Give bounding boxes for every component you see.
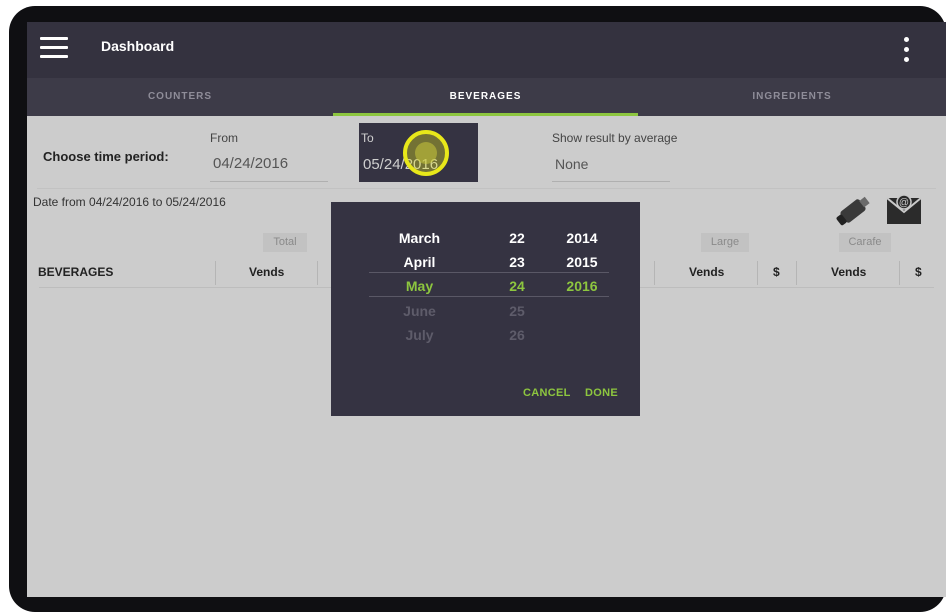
column-divider	[899, 261, 900, 285]
column-large-vends: Vends	[689, 265, 725, 279]
from-field-underline	[210, 181, 328, 182]
app-bar: Dashboard	[27, 22, 946, 78]
column-divider	[757, 261, 758, 285]
picker-selection-line	[369, 272, 609, 273]
group-carafe-label: Carafe	[839, 233, 891, 252]
app-screen: Dashboard COUNTERS BEVERAGES INGREDIENTS…	[27, 22, 946, 597]
group-total-label: Total	[263, 233, 307, 252]
picker-selection-line	[369, 296, 609, 297]
from-date-field[interactable]: 04/24/2016	[213, 155, 288, 172]
email-envelope-icon[interactable]: @	[885, 192, 923, 228]
from-label: From	[210, 131, 238, 145]
cancel-button[interactable]: CANCEL	[523, 387, 571, 399]
to-label: To	[361, 131, 374, 145]
overflow-menu-icon[interactable]	[900, 37, 914, 63]
column-divider	[215, 261, 216, 285]
month-option[interactable]: March	[382, 230, 457, 246]
year-option[interactable]: 2015	[557, 254, 607, 270]
year-option[interactable]: 2014	[557, 230, 607, 246]
average-field-underline	[552, 181, 670, 182]
tab-bar: COUNTERS BEVERAGES INGREDIENTS	[27, 78, 946, 116]
active-tab-indicator	[333, 113, 638, 116]
tap-indicator-core	[415, 142, 437, 164]
column-total-vends: Vends	[249, 265, 285, 279]
year-selected[interactable]: 2016	[557, 278, 607, 294]
tab-beverages[interactable]: BEVERAGES	[333, 78, 638, 116]
day-option[interactable]: 25	[499, 303, 535, 319]
column-large-dollar: $	[773, 265, 780, 279]
average-select[interactable]: None	[555, 156, 588, 172]
month-option[interactable]: April	[382, 254, 457, 270]
column-carafe-vends: Vends	[831, 265, 867, 279]
column-divider	[317, 261, 318, 285]
choose-period-label: Choose time period:	[43, 149, 169, 164]
svg-text:@: @	[899, 198, 909, 209]
tab-counters[interactable]: COUNTERS	[27, 78, 333, 116]
usb-drive-icon[interactable]	[833, 194, 873, 228]
month-option[interactable]: July	[382, 327, 457, 343]
day-option[interactable]: 22	[499, 230, 535, 246]
average-label: Show result by average	[552, 131, 678, 145]
day-option[interactable]: 26	[499, 327, 535, 343]
column-divider	[796, 261, 797, 285]
tab-ingredients[interactable]: INGREDIENTS	[638, 78, 946, 116]
page-title: Dashboard	[101, 38, 175, 54]
hamburger-menu-icon[interactable]	[40, 37, 68, 59]
month-option[interactable]: June	[382, 303, 457, 319]
date-range-text: Date from 04/24/2016 to 05/24/2016	[33, 195, 226, 209]
day-selected[interactable]: 24	[499, 278, 535, 294]
column-beverages: BEVERAGES	[38, 265, 114, 279]
column-divider	[654, 261, 655, 285]
filter-divider	[37, 188, 936, 189]
month-selected[interactable]: May	[382, 278, 457, 294]
done-button[interactable]: DONE	[585, 387, 618, 399]
day-option[interactable]: 23	[499, 254, 535, 270]
group-large-label: Large	[701, 233, 749, 252]
column-carafe-dollar: $	[915, 265, 922, 279]
